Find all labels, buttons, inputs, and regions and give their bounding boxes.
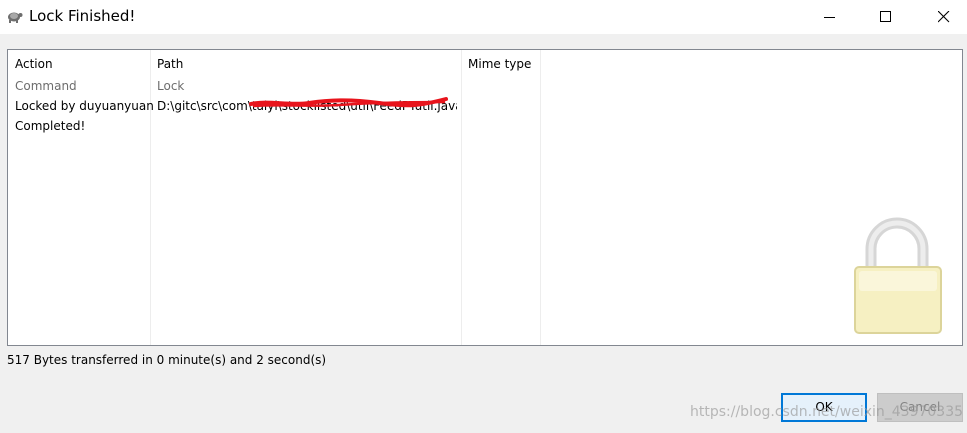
maximize-icon	[880, 11, 891, 22]
tortoise-icon	[8, 12, 23, 23]
status-text: 517 Bytes transferred in 0 minute(s) and…	[7, 353, 327, 367]
row-action[interactable]: Command	[15, 79, 77, 93]
column-header-mime-type[interactable]: Mime type	[468, 57, 531, 71]
window-title: Lock Finished!	[29, 7, 136, 25]
minimize-button[interactable]	[807, 0, 853, 34]
maximize-button[interactable]	[863, 0, 909, 34]
cancel-button[interactable]: Cancel	[877, 393, 963, 422]
minimize-icon	[824, 17, 835, 18]
ok-button[interactable]: OK	[781, 393, 867, 422]
results-list[interactable]: Action Path Mime type Command Lock Locke…	[7, 49, 963, 346]
padlock-icon	[854, 217, 942, 334]
row-action[interactable]: Locked by duyuanyuan	[15, 99, 154, 113]
column-header-path[interactable]: Path	[157, 57, 183, 71]
column-divider	[540, 50, 541, 345]
close-button[interactable]	[921, 0, 967, 34]
column-header-action[interactable]: Action	[15, 57, 53, 71]
close-icon	[938, 11, 950, 23]
column-divider	[150, 50, 151, 345]
title-bar: Lock Finished!	[0, 0, 967, 34]
row-path[interactable]: Lock	[157, 79, 184, 93]
row-action[interactable]: Completed!	[15, 119, 85, 133]
redaction-scribble	[249, 97, 448, 108]
column-divider	[461, 50, 462, 345]
